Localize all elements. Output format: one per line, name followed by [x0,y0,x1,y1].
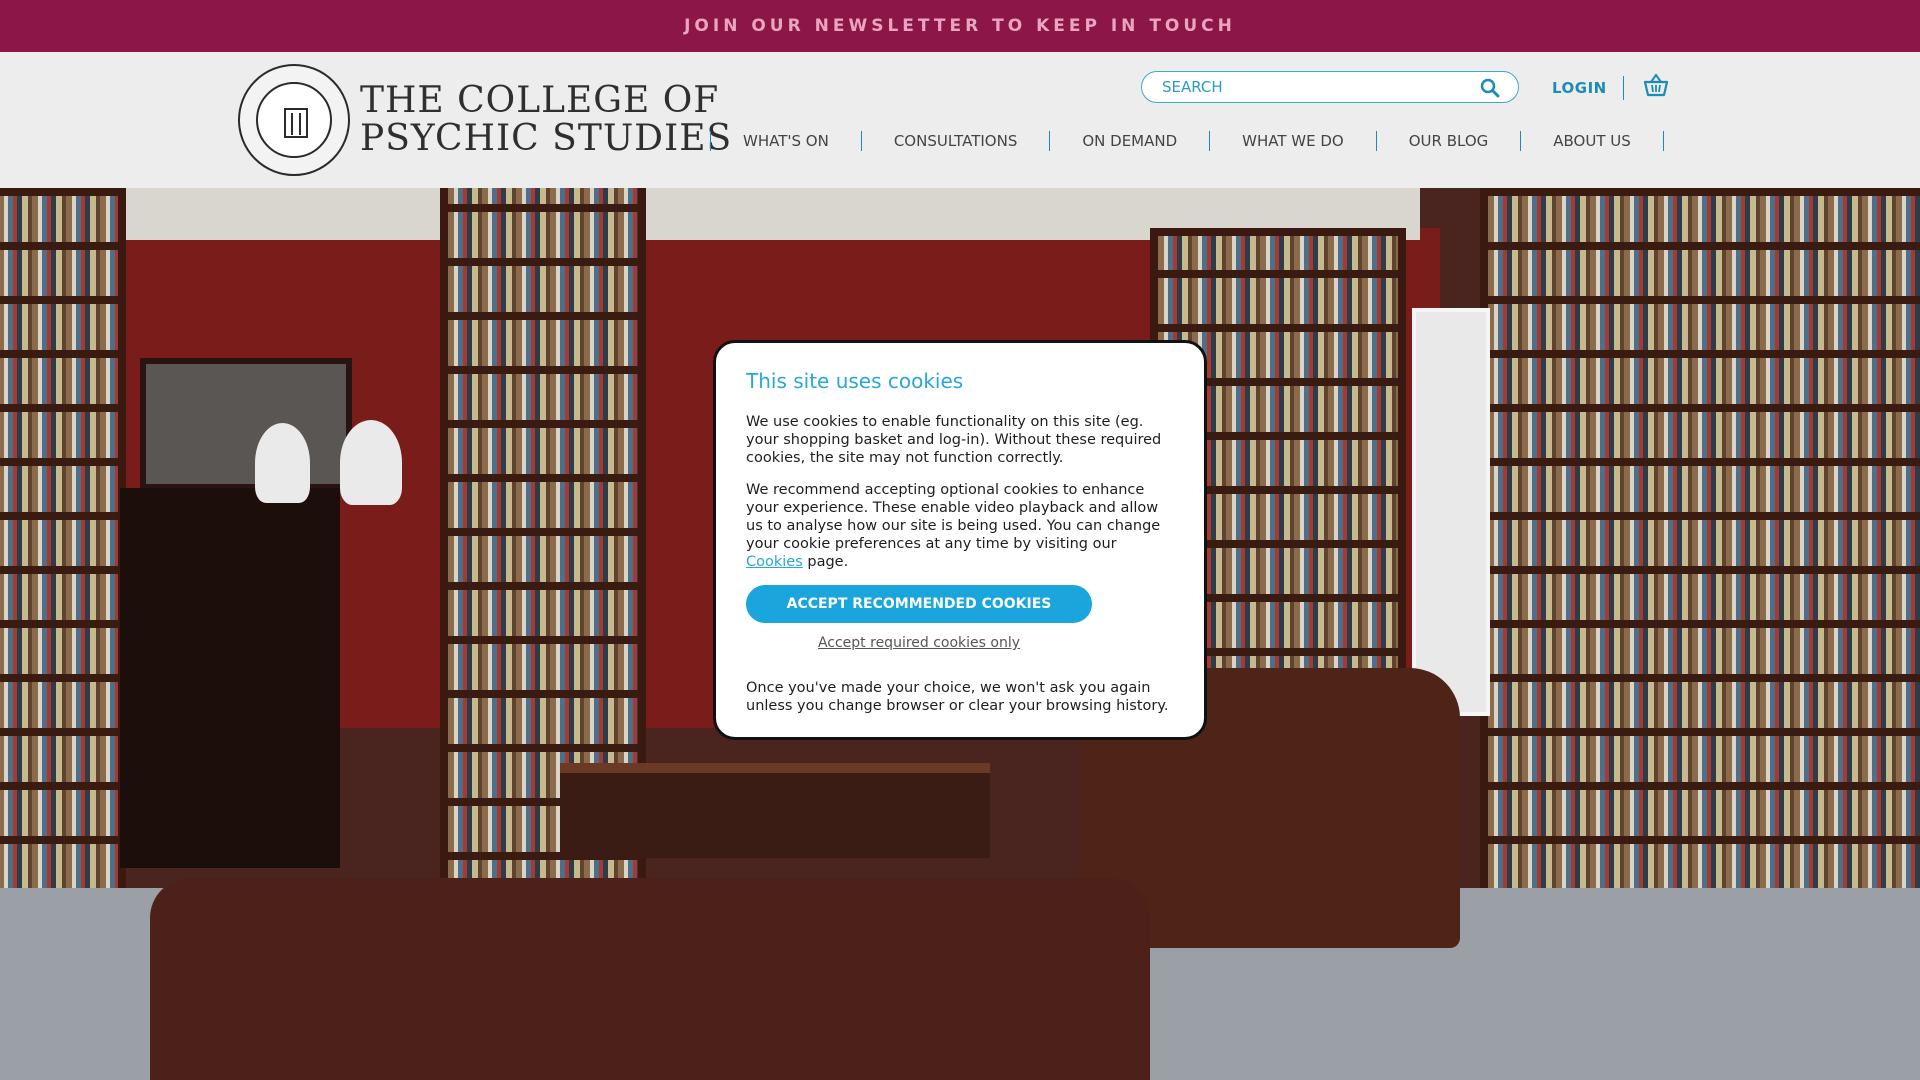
search-icon[interactable] [1480,78,1500,98]
newsletter-bar: JOIN OUR NEWSLETTER TO KEEP IN TOUCH [0,0,1920,52]
cookie-optional-text: We recommend accepting optional cookies … [746,482,1161,570]
nav-our-blog[interactable]: OUR BLOG [1377,132,1521,150]
cookies-page-link[interactable]: Cookies [746,554,803,570]
logo-text: THE COLLEGE OF PSYCHIC STUDIES [360,82,732,158]
nav-consultations[interactable]: CONSULTATIONS [862,132,1050,150]
nav-on-demand[interactable]: ON DEMAND [1050,132,1209,150]
newsletter-link[interactable]: JOIN OUR NEWSLETTER TO KEEP IN TOUCH [684,16,1236,36]
nav-what-we-do[interactable]: WHAT WE DO [1210,132,1376,150]
cookie-required-text: We use cookies to enable functionality o… [746,414,1162,466]
main-nav: WHAT'S ON CONSULTATIONS ON DEMAND WHAT W… [710,130,1664,152]
accept-recommended-cookies-button[interactable]: ACCEPT RECOMMENDED COOKIES [746,585,1092,623]
site-header: THE COLLEGE OF PSYCHIC STUDIES LOGIN WHA… [0,52,1920,188]
search-input[interactable] [1160,77,1464,97]
login-link[interactable]: LOGIN [1552,79,1607,97]
search-box [1141,71,1519,103]
site-logo[interactable]: THE COLLEGE OF PSYCHIC STUDIES [238,64,732,176]
cookie-footer-text: Once you've made your choice, we won't a… [746,680,1169,714]
nav-whats-on[interactable]: WHAT'S ON [711,132,861,150]
accept-required-cookies-link[interactable]: Accept required cookies only [746,635,1092,651]
cookie-consent-dialog: This site uses cookies We use cookies to… [713,340,1207,740]
cookie-dialog-title: This site uses cookies [746,369,964,393]
nav-about-us[interactable]: ABOUT US [1521,132,1663,150]
header-divider [1623,76,1624,100]
logo-line-1: THE COLLEGE OF [360,80,720,121]
logo-line-2: PSYCHIC STUDIES [360,118,733,159]
college-seal-logo [238,64,350,176]
basket-icon[interactable] [1643,72,1669,98]
